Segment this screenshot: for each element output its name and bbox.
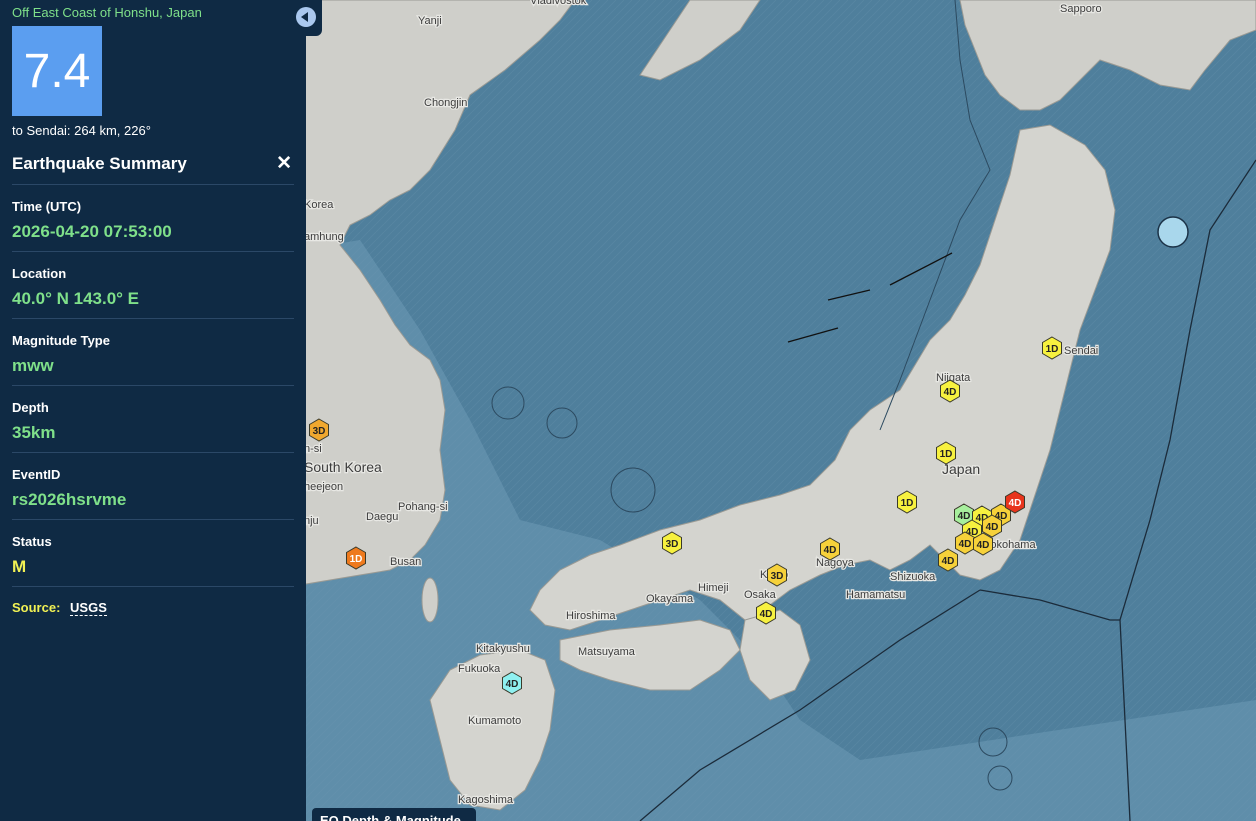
marker-label: 4D: [944, 387, 957, 398]
intensity-report-marker[interactable]: 4D: [938, 548, 958, 572]
distance-text: to Sendai: 264 km, 226°: [12, 123, 151, 138]
marker-label: 3D: [771, 571, 784, 582]
marker-label: 1D: [1046, 344, 1059, 355]
intensity-report-marker[interactable]: 4D: [973, 532, 993, 556]
map-place-label: Himeji: [698, 582, 729, 594]
close-icon[interactable]: ✕: [276, 152, 294, 175]
summary-title: Earthquake Summary: [12, 153, 187, 173]
map-place-label: heejeon: [304, 481, 343, 493]
field-depth: Depth 35km: [12, 386, 294, 453]
map-place-label: Yanji: [418, 15, 442, 27]
field-time: Time (UTC) 2026-04-20 07:53:00: [12, 185, 294, 252]
marker-label: 4D: [958, 511, 971, 522]
map-place-label: Fukuoka: [458, 663, 501, 675]
map-place-label: Kumamoto: [468, 715, 521, 727]
marker-label: 4D: [959, 539, 972, 550]
field-event-id: EventID rs2026hsrvme: [12, 453, 294, 520]
field-label: Time (UTC): [12, 199, 82, 214]
marker-label: 1D: [901, 498, 914, 509]
field-label: Magnitude Type: [12, 333, 110, 348]
map-place-label: Nagoya: [816, 557, 855, 569]
map-place-label: nju: [304, 515, 319, 527]
intensity-report-marker[interactable]: 1D: [1042, 336, 1062, 360]
intensity-report-marker[interactable]: 4D: [982, 514, 1002, 538]
map-place-label: Kagoshima: [458, 794, 514, 806]
map-place-label: Sapporo: [1060, 3, 1102, 15]
field-value: 2026-04-20 07:53:00: [12, 222, 172, 241]
intensity-report-marker[interactable]: 1D: [346, 546, 366, 570]
source-link[interactable]: USGS: [70, 600, 107, 616]
map-place-label: Osaka: [744, 589, 777, 601]
map-place-label: South Korea: [304, 459, 382, 475]
collapse-sidebar-button[interactable]: [290, 0, 322, 36]
marker-label: 4D: [942, 556, 955, 567]
marker-label: 4D: [986, 522, 999, 533]
field-location: Location 40.0° N 143.0° E: [12, 252, 294, 319]
map-place-label: Shizuoka: [890, 571, 936, 583]
marker-label: 4D: [760, 609, 773, 620]
map-place-label: Kitakyushu: [476, 643, 530, 655]
field-value: M: [12, 557, 27, 576]
intensity-report-marker[interactable]: 4D: [1005, 490, 1025, 514]
marker-label: 3D: [666, 539, 679, 550]
intensity-report-marker[interactable]: 4D: [756, 601, 776, 625]
map-place-label: Vladivostok: [530, 0, 587, 7]
field-value: 35km: [12, 423, 56, 442]
source-label: Source:: [12, 600, 61, 615]
intensity-report-marker[interactable]: 1D: [936, 441, 956, 465]
field-label: Location: [12, 266, 67, 281]
field-value: 40.0° N 143.0° E: [12, 289, 140, 308]
field-label: Status: [12, 534, 52, 549]
marker-label: 1D: [350, 554, 363, 565]
map-place-label: Daegu: [366, 511, 398, 523]
island: [421, 577, 439, 623]
map-place-label: amhung: [304, 231, 344, 243]
map-place-label: Hamamatsu: [846, 589, 905, 601]
map-place-label: Matsuyama: [578, 646, 636, 658]
intensity-report-marker[interactable]: 3D: [662, 531, 682, 555]
legend-tab[interactable]: EQ Depth & Magnitude: [312, 808, 476, 821]
marker-label: 3D: [313, 426, 326, 437]
intensity-report-marker[interactable]: 4D: [820, 537, 840, 561]
map-place-label: Sendai: [1064, 345, 1098, 357]
summary-header: Earthquake Summary ✕: [12, 152, 294, 185]
intensity-report-marker[interactable]: 1D: [897, 490, 917, 514]
field-value: rs2026hsrvme: [12, 490, 127, 509]
field-status: Status M: [12, 520, 294, 587]
magnitude-badge: 7.4: [12, 26, 102, 116]
field-label: EventID: [12, 467, 61, 482]
map-place-label: Okayama: [646, 593, 694, 605]
map-place-label: Hiroshima: [566, 610, 616, 622]
marker-label: 4D: [824, 545, 837, 556]
field-magnitude-type: Magnitude Type mww: [12, 319, 294, 386]
intensity-report-marker[interactable]: 3D: [309, 418, 329, 442]
intensity-report-marker[interactable]: 4D: [955, 531, 975, 555]
intensity-report-marker[interactable]: 3D: [767, 563, 787, 587]
chevron-left-icon: [296, 7, 316, 27]
field-label: Depth: [12, 400, 49, 415]
field-value: mww: [12, 356, 54, 375]
intensity-report-marker[interactable]: 4D: [502, 671, 522, 695]
intensity-report-marker[interactable]: 4D: [940, 379, 960, 403]
region-title: Off East Coast of Honshu, Japan: [12, 5, 202, 20]
map-place-label: Pohang-si: [398, 501, 448, 513]
map-place-label: n-si: [304, 443, 322, 455]
map-place-label: Busan: [390, 556, 421, 568]
map-place-label: Korea: [304, 199, 334, 211]
marker-label: 4D: [1009, 498, 1022, 509]
marker-label: 4D: [506, 679, 519, 690]
epicenter-marker[interactable]: [1157, 216, 1189, 248]
map-place-label: Chongjin: [424, 97, 467, 109]
marker-label: 1D: [940, 449, 953, 460]
marker-label: 4D: [977, 540, 990, 551]
source-line: Source: USGS: [12, 600, 294, 616]
sidebar: Off East Coast of Honshu, Japan 7.4 to S…: [0, 0, 306, 821]
